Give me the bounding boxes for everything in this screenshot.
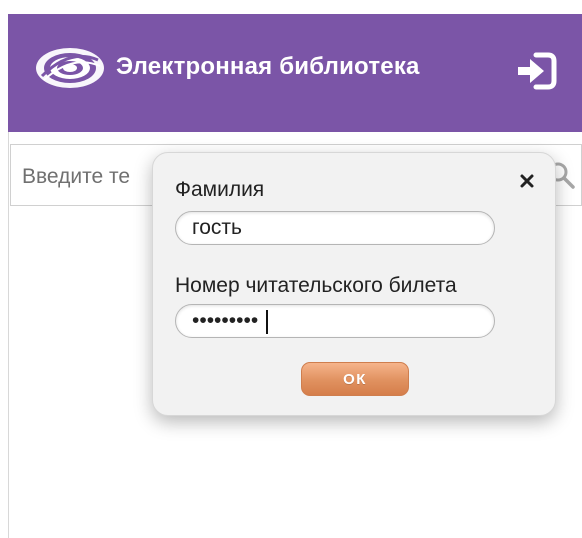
text-caret <box>266 310 268 334</box>
sign-in-icon[interactable] <box>512 47 560 95</box>
search-input[interactable] <box>22 162 172 192</box>
close-icon[interactable] <box>519 173 535 189</box>
ok-button[interactable]: ОК <box>301 362 409 396</box>
app-title: Электронная библиотека <box>116 53 420 80</box>
eye-swirl-logo-icon <box>36 48 104 88</box>
app-header: Электронная библиотека <box>8 14 582 132</box>
window-top-strip <box>0 0 582 14</box>
reader-ticket-label: Номер читательского билета <box>175 274 457 297</box>
surname-label: Фамилия <box>175 178 265 201</box>
login-dialog: Фамилия Номер читательского билета ОК <box>152 152 556 416</box>
surname-field[interactable] <box>175 211 495 245</box>
reader-ticket-field[interactable] <box>175 304 495 338</box>
